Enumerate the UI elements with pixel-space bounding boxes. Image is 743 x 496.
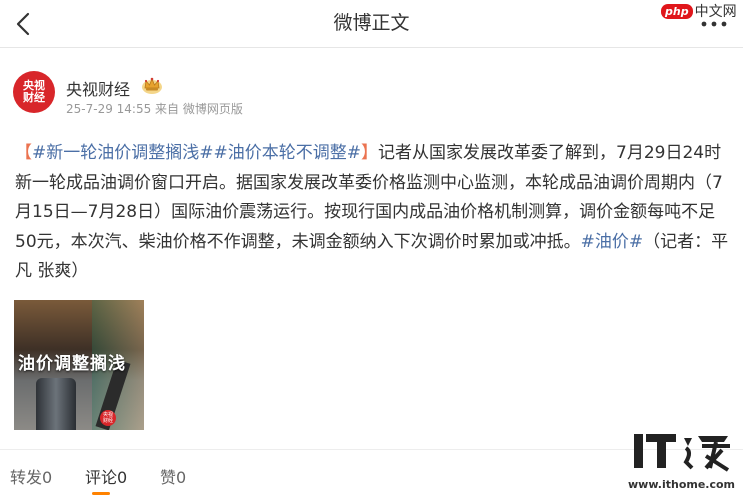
post-image[interactable]: 油价调整搁浅 央视 财经 (14, 300, 144, 430)
ithome-logo-icon (634, 434, 730, 472)
ithome-url: www.ithome.com (628, 478, 736, 491)
like-tab[interactable]: 赞0 (160, 464, 186, 488)
active-tab-indicator (92, 492, 110, 495)
bracket-open: 【 (15, 143, 32, 163)
repost-tab[interactable]: 转发0 (10, 464, 85, 488)
topic-link-2[interactable]: #油价本轮不调整# (214, 143, 362, 163)
post-text: 【#新一轮油价调整搁浅##油价本轮不调整#】记者从国家发展改革委了解到，7月29… (15, 139, 735, 287)
crown-badge-icon (142, 77, 162, 94)
topic-link-1[interactable]: #新一轮油价调整搁浅# (32, 143, 214, 163)
action-bar: 转发0 评论0 赞0 (10, 464, 186, 488)
bracket-close: 】 (361, 143, 378, 163)
post-meta: 25-7-29 14:55 来自 微博网页版 (66, 102, 243, 116)
comment-tab[interactable]: 评论0 (85, 464, 160, 488)
top-nav-bar: 微博正文 php 中文网 (0, 0, 743, 48)
avatar-text-line2: 财经 (23, 91, 45, 104)
more-options-icon[interactable] (699, 18, 729, 30)
image-caption: 油价调整搁浅 (18, 354, 126, 374)
avatar[interactable]: 央视 财经 (13, 71, 55, 113)
image-logo-line2: 财经 (102, 418, 113, 424)
image-cctv-logo: 央视 财经 (100, 410, 116, 426)
php-logo: php (661, 3, 693, 19)
image-fuel-nozzle (36, 378, 76, 430)
author-name[interactable]: 央视财经 (66, 76, 130, 100)
page-title: 微博正文 (333, 12, 410, 34)
topic-link-3[interactable]: #油价# (581, 232, 644, 252)
